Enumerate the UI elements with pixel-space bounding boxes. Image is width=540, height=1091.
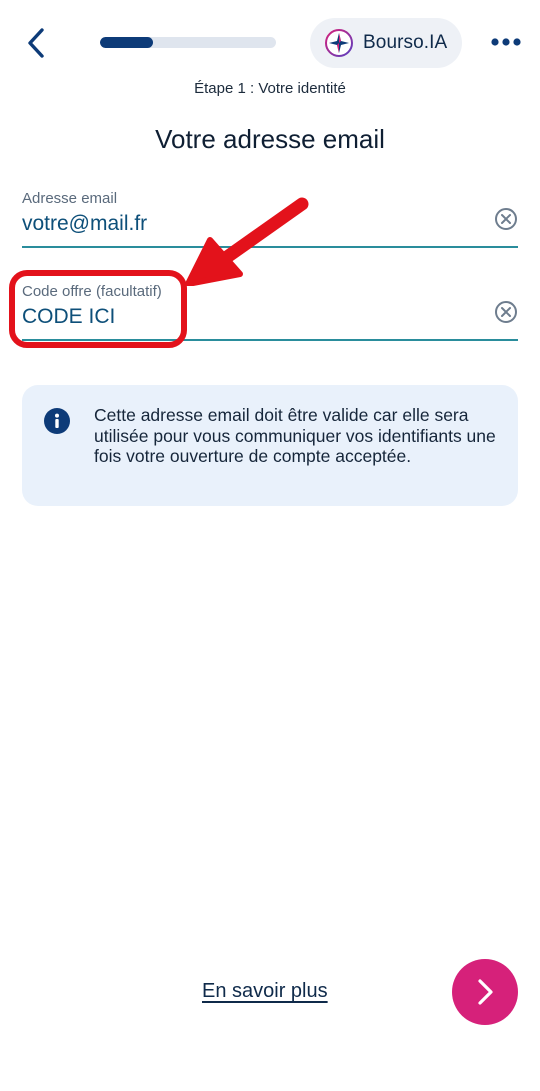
more-button[interactable]	[488, 30, 524, 54]
progress-fill	[100, 37, 153, 48]
next-button[interactable]	[452, 959, 518, 1025]
chevron-left-icon	[28, 28, 44, 58]
email-clear-button[interactable]	[494, 207, 518, 231]
screen: Bourso.IA Étape 1 : Votre identité Votre…	[0, 0, 540, 1091]
offer-code-clear-button[interactable]	[494, 300, 518, 324]
back-button[interactable]	[22, 24, 54, 62]
clear-icon	[495, 301, 517, 323]
sparkle-icon	[325, 29, 353, 57]
email-field-label: Adresse email	[22, 190, 118, 207]
page-title: Votre adresse email	[155, 124, 385, 154]
info-text: Cette adresse email doit être valide car…	[94, 405, 496, 466]
bourso-ia-label: Bourso.IA	[363, 32, 448, 53]
step-label: Étape 1 : Votre identité	[194, 80, 346, 97]
progress-bar	[100, 37, 276, 48]
clear-icon	[495, 208, 517, 230]
learn-more-link[interactable]: En savoir plus	[202, 980, 328, 1003]
annotation-highlight-box	[9, 270, 187, 348]
bourso-ia-button[interactable]: Bourso.IA	[310, 18, 462, 68]
more-dots-icon	[491, 38, 521, 46]
email-input[interactable]: votre@mail.fr	[22, 212, 147, 236]
annotation-arrow-icon	[185, 197, 309, 286]
info-icon	[44, 408, 70, 434]
chevron-right-icon	[478, 979, 493, 1005]
info-box: Cette adresse email doit être valide car…	[22, 385, 518, 506]
